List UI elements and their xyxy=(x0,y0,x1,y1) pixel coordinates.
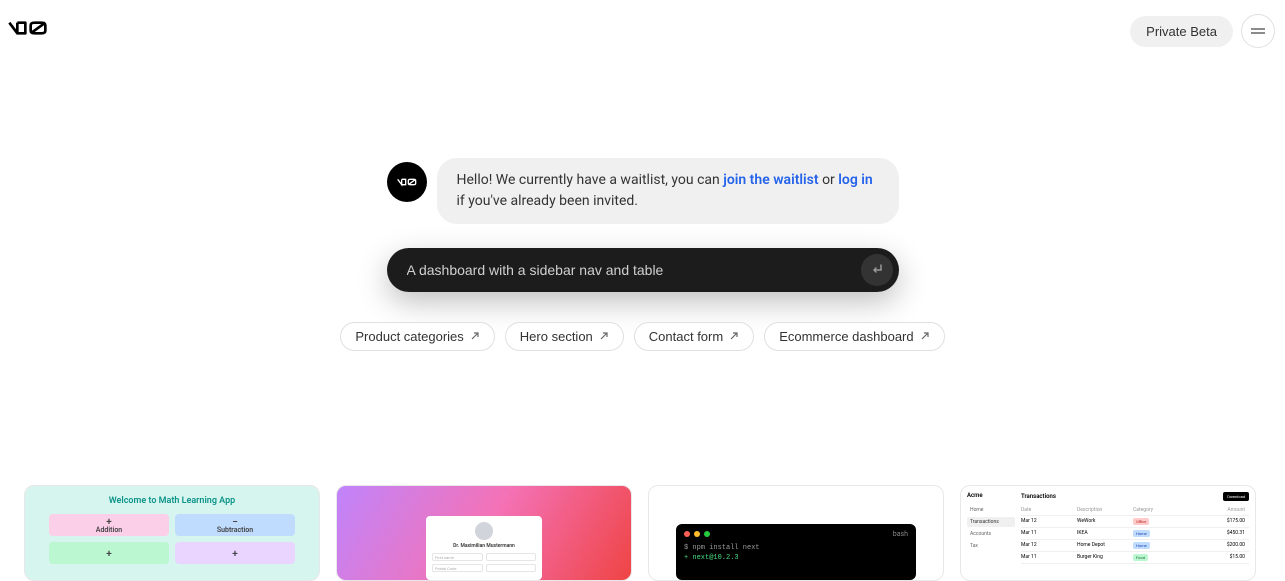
terminal-line: + next@10.2.3 xyxy=(684,554,908,562)
arrow-up-right-icon xyxy=(599,329,609,344)
arrow-up-right-icon xyxy=(920,329,930,344)
private-beta-button[interactable]: Private Beta xyxy=(1130,16,1233,47)
terminal-line: $ npm install next xyxy=(684,544,908,552)
chip-product-categories[interactable]: Product categories xyxy=(340,322,494,351)
form-name: Dr. Maximilian Mustermann xyxy=(432,543,536,549)
preview-card-profile-form[interactable]: Dr. Maximilian Mustermann First name Pos… xyxy=(336,485,632,581)
submit-button[interactable] xyxy=(861,254,893,286)
tile-addition: +Addition xyxy=(49,514,169,536)
arrow-up-right-icon xyxy=(729,329,739,344)
table-row: Mar 11Burger KingFood$15.00 xyxy=(1021,552,1249,564)
nav-item: Transactions xyxy=(967,517,1015,527)
assistant-avatar xyxy=(387,162,427,202)
chat-text: or xyxy=(819,172,839,188)
menu-button[interactable] xyxy=(1241,14,1275,48)
form-field xyxy=(486,564,537,572)
chat-message: Hello! We currently have a waitlist, you… xyxy=(437,158,899,224)
join-waitlist-link[interactable]: join the waitlist xyxy=(723,172,818,188)
form-field: First name xyxy=(432,553,483,561)
logo xyxy=(8,20,48,42)
chip-contact-form[interactable]: Contact form xyxy=(634,322,754,351)
form-avatar xyxy=(475,522,493,540)
suggestion-chips: Product categories Hero section Contact … xyxy=(340,322,944,351)
terminal-dots xyxy=(684,531,710,537)
chip-hero-section[interactable]: Hero section xyxy=(505,322,624,351)
chip-label: Contact form xyxy=(649,329,723,344)
chat-text: Hello! We currently have a waitlist, you… xyxy=(457,172,724,188)
chip-label: Hero section xyxy=(520,329,593,344)
prompt-input-container xyxy=(387,248,899,292)
transactions-table: Date Description Category Amount Mar 12W… xyxy=(1021,505,1249,564)
form-field: Postal Code xyxy=(432,564,483,572)
login-link[interactable]: log in xyxy=(838,172,872,188)
card-title: Welcome to Math Learning App xyxy=(49,496,295,506)
nav-item: Accounts xyxy=(967,529,1015,539)
chip-label: Ecommerce dashboard xyxy=(779,329,913,344)
menu-icon xyxy=(1251,24,1265,39)
table-row: Mar 11IKEAHome$450.31 xyxy=(1021,528,1249,540)
arrow-up-right-icon xyxy=(470,329,480,344)
nav-item: Tax xyxy=(967,541,1015,551)
tile: + xyxy=(49,542,169,564)
nav-item: Home xyxy=(967,505,1015,515)
chip-label: Product categories xyxy=(355,329,463,344)
brand: Acme xyxy=(967,492,1015,499)
enter-icon xyxy=(870,262,884,279)
download-button: Download xyxy=(1223,492,1249,501)
prompt-input[interactable] xyxy=(407,262,861,278)
tile-subtraction: −Subtraction xyxy=(175,514,295,536)
preview-card-transactions[interactable]: Acme Home Transactions Accounts Tax Tran… xyxy=(960,485,1256,581)
chat-text: if you've already been invited. xyxy=(457,193,639,209)
table-title: Transactions xyxy=(1021,493,1056,500)
chip-ecommerce-dashboard[interactable]: Ecommerce dashboard xyxy=(764,322,944,351)
preview-card-terminal[interactable]: bash $ npm install next + next@10.2.3 xyxy=(648,485,944,581)
terminal-label: bash xyxy=(893,530,908,538)
form-field xyxy=(486,553,537,561)
tile: + xyxy=(175,542,295,564)
table-row: Mar 12WeWorkOffice$175.00 xyxy=(1021,516,1249,528)
table-row: Mar 12Home DepotHome$200.00 xyxy=(1021,540,1249,552)
preview-card-math-app[interactable]: Welcome to Math Learning App +Addition −… xyxy=(24,485,320,581)
